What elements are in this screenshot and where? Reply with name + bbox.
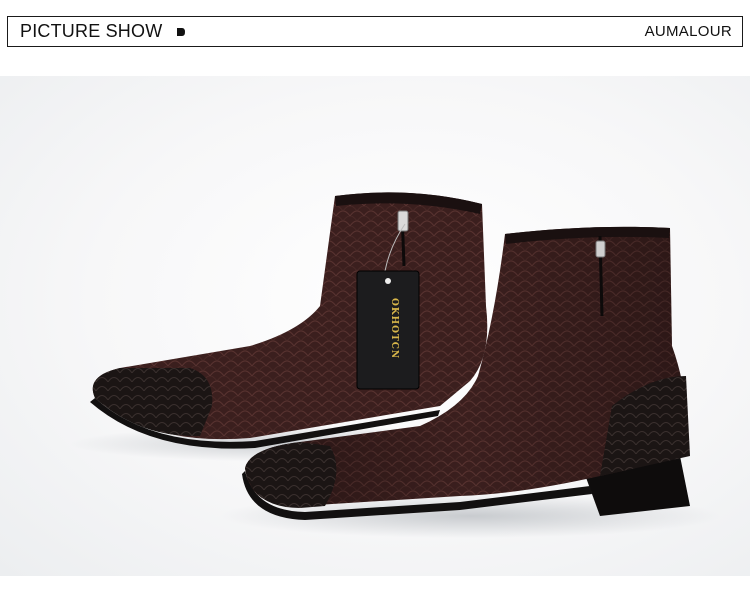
product-photo: OKHOTCN [0, 76, 750, 576]
section-title: PICTURE SHOW [20, 21, 163, 41]
header-left: PICTURE SHOW [20, 21, 186, 42]
section-header: PICTURE SHOW AUMALOUR [7, 16, 743, 47]
boots-illustration: OKHOTCN [70, 192, 720, 538]
bullet-icon [177, 27, 186, 36]
brand-name: AUMALOUR [644, 23, 732, 40]
tag-brand-text: OKHOTCN [389, 298, 399, 359]
